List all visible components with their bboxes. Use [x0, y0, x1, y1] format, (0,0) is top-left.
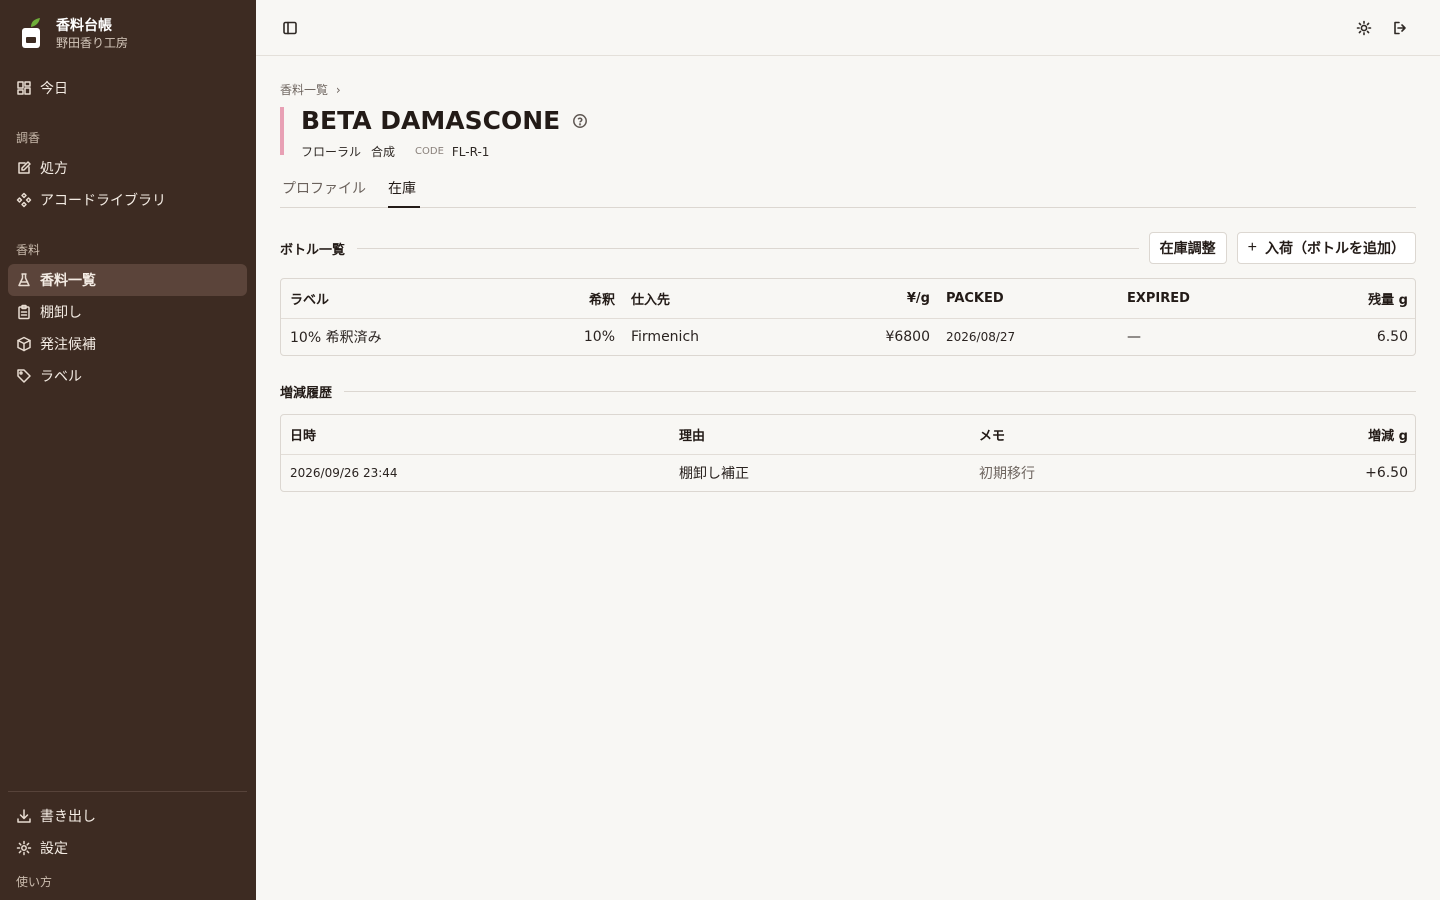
bottle-expired: — [1127, 329, 1141, 345]
breadcrumb-separator: › [335, 83, 341, 97]
sidebar-item-label: 発注候補 [40, 337, 96, 353]
logout-icon [1394, 21, 1406, 35]
bottle-dilution: 10% [583, 329, 615, 345]
tab-profile[interactable]: プロファイル [282, 178, 366, 208]
breadcrumb: 香料一覧 › [280, 81, 341, 98]
history-section-header: 増減履歴 [280, 382, 1416, 401]
bottle-supplier: Firmenich [631, 329, 700, 345]
material-header: BETA DAMASCONE フローラル 合成 CODE FL-R-1 [280, 107, 588, 159]
column-header: EXPIRED [1127, 291, 1190, 306]
brand[interactable]: 香料台帳 野田香り工房 [18, 14, 128, 54]
bottle-label: 10% 希釈済み [290, 330, 382, 346]
breadcrumb-parent-link[interactable]: 香料一覧 [280, 83, 328, 97]
theme-toggle-button[interactable] [1352, 16, 1376, 40]
bottles-section-header: ボトル一覧 在庫調整 + 入荷（ボトルを追加） [280, 232, 1416, 264]
history-memo: 初期移行 [979, 466, 1035, 482]
panel-left-icon [283, 21, 297, 35]
section-divider [344, 390, 1416, 392]
box-icon [16, 336, 32, 352]
sidebar-item-label: アコードライブラリ [40, 193, 166, 209]
sidebar-item-label: 今日 [40, 81, 68, 97]
column-header: 仕入先 [631, 293, 671, 308]
history-reason: 棚卸し補正 [679, 466, 749, 482]
help-circle-icon[interactable] [572, 113, 588, 129]
sidebar-item-accord-library[interactable]: アコードライブラリ [8, 184, 247, 216]
column-header: ¥/g [906, 291, 930, 306]
sidebar-item-label: 棚卸し [40, 305, 82, 321]
sidebar-item-label: 設定 [40, 841, 68, 857]
dashboard-icon [16, 80, 32, 96]
sidebar-item-label: ラベル [40, 369, 82, 385]
sidebar-item-labels[interactable]: ラベル [8, 360, 247, 392]
flask-icon [16, 272, 32, 288]
table-header-row: 日時 理由 メモ 増減 g [281, 415, 1415, 455]
clipboard-icon [16, 304, 32, 320]
gear-icon [16, 840, 32, 856]
sidebar-item-formulas[interactable]: 処方 [8, 152, 247, 184]
history-table: 日時 理由 メモ 増減 g 2026/09/26 23:44 棚卸し補正 初期移… [280, 414, 1416, 492]
sidebar-item-material-list[interactable]: 香料一覧 [8, 264, 247, 296]
edit-icon [16, 160, 32, 176]
history-datetime: 2026/09/26 23:44 [290, 466, 398, 480]
sidebar-item-label: 香料一覧 [40, 273, 96, 289]
bottle-remaining: 6.50 [1376, 329, 1408, 345]
download-icon [16, 808, 32, 824]
column-header: ラベル [290, 293, 330, 308]
bottle-price: ¥6800 [885, 329, 930, 345]
table-row: 2026/09/26 23:44 棚卸し補正 初期移行 +6.50 [281, 455, 1415, 491]
sidebar-item-stocktake[interactable]: 棚卸し [8, 296, 247, 328]
help-link[interactable]: 使い方 [16, 873, 52, 890]
column-header: 日時 [290, 429, 317, 444]
app-subtitle: 野田香り工房 [56, 36, 129, 50]
sidebar-item-settings[interactable]: 設定 [8, 832, 247, 864]
sun-icon [1356, 20, 1372, 36]
section-title: 増減履歴 [280, 385, 333, 401]
app-logo-icon [18, 17, 44, 51]
section-title: ボトル一覧 [280, 242, 346, 258]
column-header: 希釈 [588, 293, 615, 308]
bottles-table: ラベル 希釈 仕入先 ¥/g PACKED EXPIRED 残量 g 10% 希… [280, 278, 1416, 356]
material-code: FL-R-1 [451, 144, 490, 159]
column-header: 増減 g [1368, 429, 1408, 444]
logout-button[interactable] [1388, 16, 1412, 40]
sidebar-divider [8, 791, 247, 792]
material-family: フローラル [301, 145, 362, 159]
sidebar-item-label: 書き出し [40, 809, 96, 825]
tab-bar: プロファイル 在庫 [280, 178, 1416, 208]
adjust-stock-button[interactable]: 在庫調整 [1148, 232, 1227, 264]
column-header: 理由 [679, 429, 706, 444]
nav-section-materials: 香料 [16, 243, 41, 257]
section-divider [357, 247, 1139, 249]
column-header: メモ [979, 429, 1006, 444]
sidebar: 香料台帳 野田香り工房 今日 調香 処方 アコードライブラリ 香料 香料一覧 棚… [0, 0, 256, 900]
tag-icon [16, 368, 32, 384]
sidebar-item-label: 処方 [40, 161, 68, 177]
table-header-row: ラベル 希釈 仕入先 ¥/g PACKED EXPIRED 残量 g [281, 279, 1415, 319]
page-title: BETA DAMASCONE [301, 107, 588, 135]
sidebar-toggle-button[interactable] [278, 16, 302, 40]
plus-icon: + [1247, 239, 1257, 256]
material-meta: フローラル 合成 CODE FL-R-1 [301, 143, 588, 160]
sidebar-item-today[interactable]: 今日 [8, 72, 247, 104]
column-header: 残量 g [1368, 293, 1408, 308]
app-title: 香料台帳 [56, 18, 112, 34]
material-kind: 合成 [371, 145, 396, 159]
table-row[interactable]: 10% 希釈済み 10% Firmenich ¥6800 2026/08/27 … [281, 319, 1415, 355]
bottle-packed: 2026/08/27 [946, 330, 1016, 344]
nav-section-blending: 調香 [16, 131, 41, 145]
add-bottle-button[interactable]: + 入荷（ボトルを追加） [1236, 232, 1416, 264]
sidebar-item-order-candidates[interactable]: 発注候補 [8, 328, 247, 360]
material-name: BETA DAMASCONE [301, 106, 561, 135]
diamond-cluster-icon [16, 192, 32, 208]
sidebar-item-export[interactable]: 書き出し [8, 800, 247, 832]
history-delta: +6.50 [1365, 465, 1408, 481]
topbar [256, 0, 1440, 56]
add-bottle-label: 入荷（ボトルを追加） [1265, 240, 1405, 256]
column-header: PACKED [946, 291, 1004, 306]
tab-inventory[interactable]: 在庫 [388, 178, 420, 208]
code-label: CODE [415, 146, 444, 157]
